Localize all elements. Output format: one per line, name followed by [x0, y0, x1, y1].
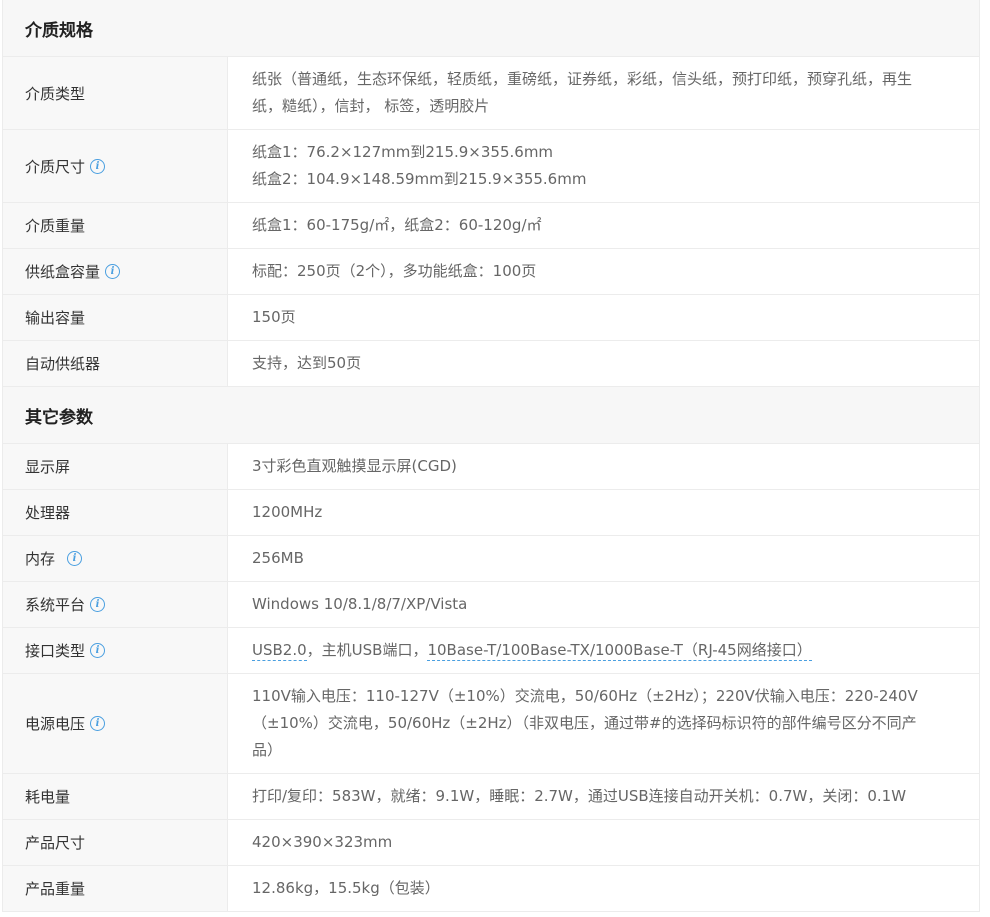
value-line: 256MB: [252, 549, 304, 567]
row-value: 纸盒1：76.2×127mm到215.9×355.6mm 纸盒2：104.9×1…: [228, 130, 979, 202]
value-line: 支持，达到50页: [252, 354, 362, 372]
row-value: 纸张（普通纸，生态环保纸，轻质纸，重磅纸，证券纸，彩纸，信头纸，预打印纸，预穿孔…: [228, 57, 979, 129]
value-line: 12.86kg，15.5kg（包装）: [252, 879, 440, 897]
label-text: 介质尺寸: [25, 157, 86, 176]
row-value: Windows 10/8.1/8/7/XP/Vista: [228, 582, 979, 627]
network-term-link[interactable]: 10Base-T/100Base-TX/1000Base-T（RJ-45网络接口…: [427, 641, 812, 661]
value-line: （±10%）交流电，50/60Hz（±2Hz）（非双电压，通过带#的选择码标识符…: [252, 714, 917, 732]
info-icon[interactable]: i: [67, 551, 83, 566]
section-header-media: 介质规格: [3, 0, 979, 57]
spec-row-memory: 内存 i 256MB: [3, 536, 979, 582]
row-label: 接口类型 i: [3, 628, 228, 673]
section-title: 其它参数: [25, 407, 93, 428]
label-text: 接口类型: [25, 642, 86, 660]
label-text: 介质类型: [25, 84, 86, 103]
label-text: 介质重量: [25, 217, 86, 235]
row-label: 电源电压 i: [3, 674, 228, 773]
row-value: 打印/复印：583W，就绪：9.1W，睡眠：2.7W，通过USB连接自动开关机：…: [228, 774, 979, 819]
row-value: 110V输入电压：110-127V（±10%）交流电，50/60Hz（±2Hz）…: [228, 674, 979, 773]
value-line: 3寸彩色直观触摸显示屏(CGD): [252, 457, 457, 475]
label-text: 内存: [25, 550, 56, 568]
row-label: 内存 i: [3, 536, 228, 581]
label-text: 产品尺寸: [25, 834, 86, 852]
row-label: 处理器: [3, 490, 228, 535]
row-label: 系统平台 i: [3, 582, 228, 627]
value-line: 品）: [252, 741, 283, 759]
row-value: 纸盒1：60-175g/㎡，纸盒2：60-120g/㎡: [228, 203, 979, 248]
label-text: 电源电压: [25, 715, 86, 733]
section-header-other: 其它参数: [3, 387, 979, 444]
spec-table: 介质规格 介质类型 纸张（普通纸，生态环保纸，轻质纸，重磅纸，证券纸，彩纸，信头…: [2, 0, 980, 912]
value-line: 纸张（普通纸，生态环保纸，轻质纸，重磅纸，证券纸，彩纸，信头纸，预打印纸，预穿孔…: [252, 70, 913, 88]
spec-row-media-type: 介质类型 纸张（普通纸，生态环保纸，轻质纸，重磅纸，证券纸，彩纸，信头纸，预打印…: [3, 57, 979, 130]
value-line: 420×390×323mm: [252, 833, 393, 851]
info-icon[interactable]: i: [90, 597, 106, 612]
spec-row-processor: 处理器 1200MHz: [3, 490, 979, 536]
row-label: 介质类型: [3, 57, 228, 129]
spec-row-os: 系统平台 i Windows 10/8.1/8/7/XP/Vista: [3, 582, 979, 628]
info-icon[interactable]: i: [90, 158, 106, 174]
label-text: 系统平台: [25, 596, 86, 614]
value-line: 1200MHz: [252, 503, 323, 521]
row-value: 256MB: [228, 536, 979, 581]
row-label: 产品重量: [3, 866, 228, 911]
spec-row-output-capacity: 输出容量 150页: [3, 295, 979, 341]
info-icon[interactable]: i: [105, 264, 121, 279]
interface-separator: ，主机USB端口，: [306, 641, 428, 659]
value-line: 纸，糙纸），信封， 标签，透明胶片: [252, 97, 490, 115]
spec-row-media-weight: 介质重量 纸盒1：60-175g/㎡，纸盒2：60-120g/㎡: [3, 203, 979, 249]
row-label: 供纸盒容量 i: [3, 249, 228, 294]
label-text: 耗电量: [25, 788, 71, 806]
row-label: 介质尺寸 i: [3, 130, 228, 202]
row-value: 1200MHz: [228, 490, 979, 535]
label-text: 输出容量: [25, 309, 86, 327]
row-label: 耗电量: [3, 774, 228, 819]
row-label: 自动供纸器: [3, 341, 228, 386]
row-value: 12.86kg，15.5kg（包装）: [228, 866, 979, 911]
row-value: 支持，达到50页: [228, 341, 979, 386]
spec-row-dimensions: 产品尺寸 420×390×323mm: [3, 820, 979, 866]
row-label: 显示屏: [3, 444, 228, 489]
row-value: 150页: [228, 295, 979, 340]
info-icon[interactable]: i: [90, 716, 106, 731]
value-line: 110V输入电压：110-127V（±10%）交流电，50/60Hz（±2Hz）…: [252, 687, 918, 705]
spec-row-power-voltage: 电源电压 i 110V输入电压：110-127V（±10%）交流电，50/60Hz…: [3, 674, 979, 774]
value-line: 纸盒1：76.2×127mm到215.9×355.6mm: [252, 143, 554, 161]
usb-term-link[interactable]: USB2.0: [252, 641, 307, 661]
row-value: USB2.0，主机USB端口，10Base-T/100Base-TX/1000B…: [228, 628, 979, 673]
label-text: 显示屏: [25, 458, 71, 476]
value-line: 纸盒2：104.9×148.59mm到215.9×355.6mm: [252, 170, 587, 188]
spec-row-adf: 自动供纸器 支持，达到50页: [3, 341, 979, 387]
label-text: 处理器: [25, 504, 71, 522]
spec-row-media-size: 介质尺寸 i 纸盒1：76.2×127mm到215.9×355.6mm 纸盒2：1…: [3, 130, 979, 203]
row-label: 介质重量: [3, 203, 228, 248]
row-value: 标配：250页（2个），多功能纸盒：100页: [228, 249, 979, 294]
label-text: 自动供纸器: [25, 355, 101, 373]
row-label: 输出容量: [3, 295, 228, 340]
spec-row-tray-capacity: 供纸盒容量 i 标配：250页（2个），多功能纸盒：100页: [3, 249, 979, 295]
value-line: 150页: [252, 308, 296, 326]
label-text: 供纸盒容量: [25, 263, 101, 281]
info-icon[interactable]: i: [90, 643, 106, 658]
spec-row-interface: 接口类型 i USB2.0，主机USB端口，10Base-T/100Base-TX…: [3, 628, 979, 674]
section-title: 介质规格: [25, 20, 93, 41]
value-line: Windows 10/8.1/8/7/XP/Vista: [252, 595, 468, 613]
spec-row-weight: 产品重量 12.86kg，15.5kg（包装）: [3, 866, 979, 912]
value-line: 纸盒1：60-175g/㎡，纸盒2：60-120g/㎡: [252, 216, 542, 234]
row-label: 产品尺寸: [3, 820, 228, 865]
row-value: 420×390×323mm: [228, 820, 979, 865]
value-line: 标配：250页（2个），多功能纸盒：100页: [252, 262, 537, 280]
spec-row-power-consumption: 耗电量 打印/复印：583W，就绪：9.1W，睡眠：2.7W，通过USB连接自动…: [3, 774, 979, 820]
row-value: 3寸彩色直观触摸显示屏(CGD): [228, 444, 979, 489]
value-line: USB2.0，主机USB端口，10Base-T/100Base-TX/1000B…: [252, 637, 957, 664]
value-line: 打印/复印：583W，就绪：9.1W，睡眠：2.7W，通过USB连接自动开关机：…: [252, 787, 907, 805]
label-text: 产品重量: [25, 880, 86, 898]
spec-row-display: 显示屏 3寸彩色直观触摸显示屏(CGD): [3, 444, 979, 490]
